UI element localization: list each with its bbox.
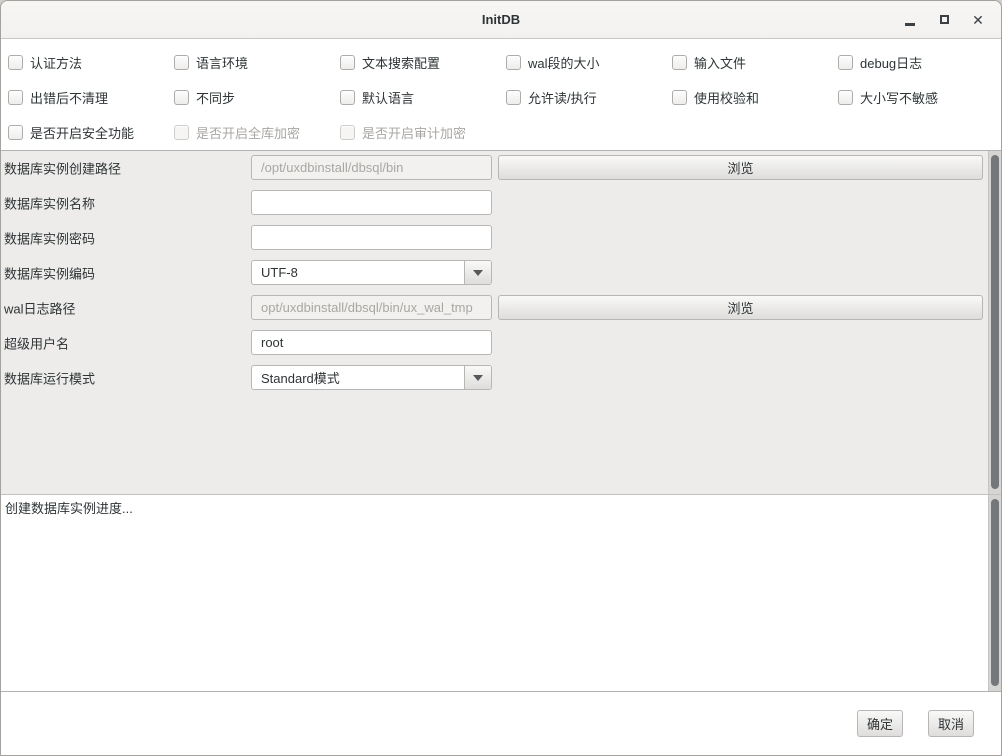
text-input[interactable] bbox=[251, 190, 492, 215]
title-bar[interactable]: InitDB ✕ bbox=[1, 1, 1001, 39]
browse-button[interactable]: 浏览 bbox=[498, 155, 983, 180]
checkbox[interactable] bbox=[838, 90, 853, 105]
instance-form-panel: 数据库实例创建路径浏览数据库实例名称数据库实例密码数据库实例编码UTF-8wal… bbox=[1, 150, 1001, 495]
dropdown-arrow-button[interactable] bbox=[464, 261, 491, 284]
form-label: 超级用户名 bbox=[4, 333, 69, 352]
checkbox-item[interactable]: 是否开启安全功能 bbox=[8, 123, 174, 142]
ok-button[interactable]: 确定 bbox=[857, 710, 903, 737]
checkbox-label: 是否开启审计加密 bbox=[362, 123, 466, 142]
checkbox[interactable] bbox=[506, 90, 521, 105]
checkbox-item[interactable]: 不同步 bbox=[174, 88, 340, 107]
checkbox[interactable] bbox=[506, 55, 521, 70]
checkbox-label: debug日志 bbox=[860, 53, 922, 72]
dialog-footer: 确定 取消 bbox=[1, 692, 1001, 755]
checkbox[interactable] bbox=[174, 90, 189, 105]
checkbox bbox=[174, 125, 189, 140]
checkbox-item[interactable]: 输入文件 bbox=[672, 53, 838, 72]
dropdown-value: Standard模式 bbox=[252, 368, 464, 387]
form-label: 数据库实例名称 bbox=[4, 193, 95, 212]
checkbox[interactable] bbox=[8, 55, 23, 70]
text-input[interactable] bbox=[251, 330, 492, 355]
checkbox[interactable] bbox=[340, 90, 355, 105]
options-checkbox-panel: 认证方法 语言环境 文本搜索配置 wal段的大小 输入文件 debug日志出错后不清理 不同… bbox=[1, 39, 1001, 150]
checkbox-label: 输入文件 bbox=[694, 53, 746, 72]
checkbox-label: 不同步 bbox=[196, 88, 235, 107]
checkbox-label: wal段的大小 bbox=[528, 53, 600, 72]
close-button[interactable]: ✕ bbox=[961, 6, 995, 34]
checkbox-label: 是否开启安全功能 bbox=[30, 123, 134, 142]
checkbox-label: 出错后不清理 bbox=[30, 88, 108, 107]
minimize-icon bbox=[905, 23, 915, 26]
form-row: 数据库运行模式 Standard模式 bbox=[1, 365, 1001, 390]
checkbox-item: 是否开启全库加密 bbox=[174, 123, 340, 142]
text-input bbox=[251, 295, 492, 320]
dropdown[interactable]: UTF-8 bbox=[251, 260, 492, 285]
checkbox-label: 允许读/执行 bbox=[528, 88, 597, 107]
dropdown-arrow-button[interactable] bbox=[464, 366, 491, 389]
close-icon: ✕ bbox=[972, 13, 984, 27]
checkbox-label: 文本搜索配置 bbox=[362, 53, 440, 72]
maximize-icon bbox=[940, 15, 949, 24]
checkbox[interactable] bbox=[838, 55, 853, 70]
progress-scrollbar[interactable] bbox=[988, 495, 1001, 691]
form-label: 数据库运行模式 bbox=[4, 368, 95, 387]
checkbox-item[interactable]: 认证方法 bbox=[8, 53, 174, 72]
checkbox[interactable] bbox=[340, 55, 355, 70]
form-rows: 数据库实例创建路径浏览数据库实例名称数据库实例密码数据库实例编码UTF-8wal… bbox=[1, 151, 1001, 390]
form-row: 数据库实例编码 UTF-8 bbox=[1, 260, 1001, 285]
text-input[interactable] bbox=[251, 225, 492, 250]
checkbox-item[interactable]: 默认语言 bbox=[340, 88, 506, 107]
minimize-button[interactable] bbox=[893, 6, 927, 34]
form-label: 数据库实例密码 bbox=[4, 228, 95, 247]
dropdown[interactable]: Standard模式 bbox=[251, 365, 492, 390]
form-row: 超级用户名 bbox=[1, 330, 1001, 355]
checkbox[interactable] bbox=[174, 55, 189, 70]
form-row: wal日志路径 浏览 bbox=[1, 295, 1001, 320]
checkbox-label: 认证方法 bbox=[30, 53, 82, 72]
browse-button[interactable]: 浏览 bbox=[498, 295, 983, 320]
form-label: wal日志路径 bbox=[4, 298, 76, 317]
checkbox-item[interactable]: wal段的大小 bbox=[506, 53, 672, 72]
window-controls: ✕ bbox=[893, 1, 995, 38]
form-row: 数据库实例密码 bbox=[1, 225, 1001, 250]
checkbox bbox=[340, 125, 355, 140]
form-label: 数据库实例编码 bbox=[4, 263, 95, 282]
form-label: 数据库实例创建路径 bbox=[4, 158, 121, 177]
chevron-down-icon bbox=[473, 375, 483, 381]
checkbox-item[interactable]: debug日志 bbox=[838, 53, 1002, 72]
checkbox-item[interactable]: 大小写不敏感 bbox=[838, 88, 1002, 107]
checkbox-item[interactable]: 允许读/执行 bbox=[506, 88, 672, 107]
initdb-dialog: InitDB ✕ 认证方法 语言环境 文本搜索配置 wal段的大小 输入文件 debug日… bbox=[0, 0, 1002, 756]
window-title: InitDB bbox=[482, 12, 520, 27]
cancel-button[interactable]: 取消 bbox=[928, 710, 974, 737]
chevron-down-icon bbox=[473, 270, 483, 276]
progress-scrollbar-thumb[interactable] bbox=[991, 499, 999, 686]
form-scrollbar[interactable] bbox=[988, 151, 1001, 494]
checkbox-label: 是否开启全库加密 bbox=[196, 123, 300, 142]
checkbox-item: 是否开启审计加密 bbox=[340, 123, 506, 142]
checkbox[interactable] bbox=[8, 125, 23, 140]
form-row: 数据库实例创建路径 浏览 bbox=[1, 155, 1001, 180]
checkbox-label: 大小写不敏感 bbox=[860, 88, 938, 107]
dropdown-value: UTF-8 bbox=[252, 265, 464, 280]
progress-panel: 创建数据库实例进度... bbox=[1, 495, 1001, 692]
checkbox[interactable] bbox=[672, 55, 687, 70]
form-row: 数据库实例名称 bbox=[1, 190, 1001, 215]
checkbox-item[interactable]: 使用校验和 bbox=[672, 88, 838, 107]
checkbox-item[interactable]: 文本搜索配置 bbox=[340, 53, 506, 72]
checkbox[interactable] bbox=[672, 90, 687, 105]
checkbox-label: 默认语言 bbox=[362, 88, 414, 107]
progress-text: 创建数据库实例进度... bbox=[1, 495, 1001, 520]
maximize-button[interactable] bbox=[927, 6, 961, 34]
checkbox-label: 语言环境 bbox=[196, 53, 248, 72]
form-scrollbar-thumb[interactable] bbox=[991, 155, 999, 489]
checkbox[interactable] bbox=[8, 90, 23, 105]
text-input bbox=[251, 155, 492, 180]
checkbox-item[interactable]: 语言环境 bbox=[174, 53, 340, 72]
checkbox-item[interactable]: 出错后不清理 bbox=[8, 88, 174, 107]
checkbox-label: 使用校验和 bbox=[694, 88, 759, 107]
